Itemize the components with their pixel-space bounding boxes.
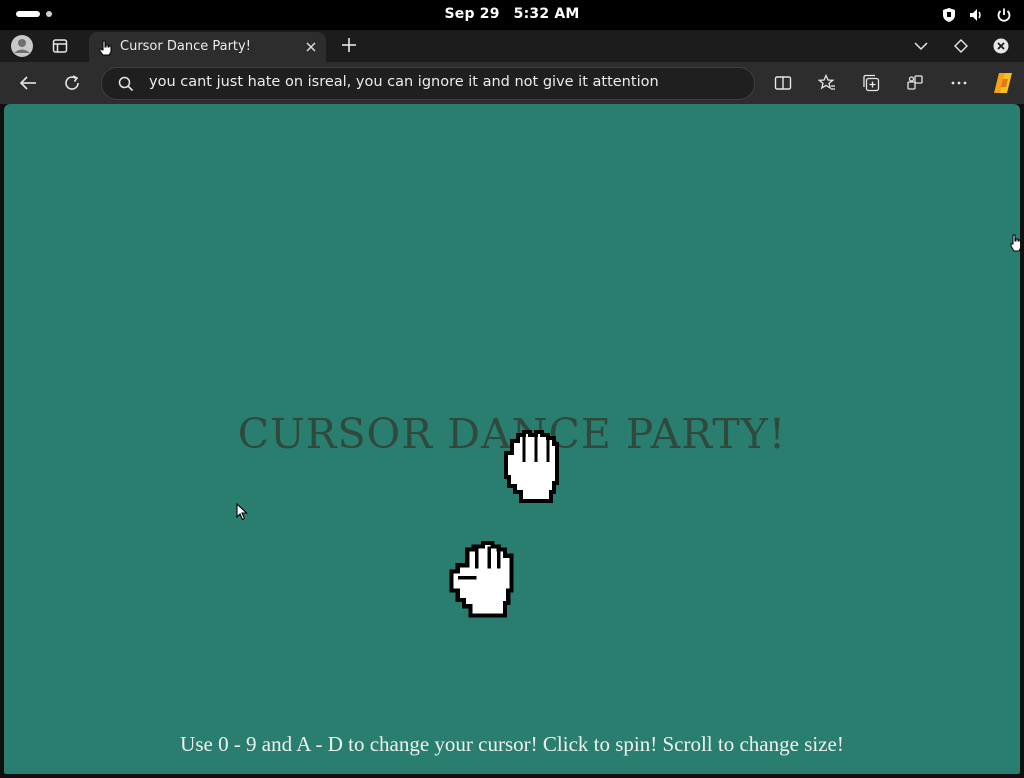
diamond-icon bbox=[954, 39, 968, 53]
tab-list-button[interactable] bbox=[908, 35, 934, 57]
tab-actions-icon bbox=[52, 39, 68, 53]
back-button[interactable] bbox=[15, 70, 41, 96]
page-viewport[interactable]: CURSOR DANCE PARTY! Use 0 - 9 and A - D … bbox=[4, 104, 1020, 774]
tab-title: Cursor Dance Party! bbox=[120, 39, 251, 54]
browser-toolbar: you cant just hate on isreal, you can ig… bbox=[0, 62, 1024, 104]
clock-date: Sep 29 bbox=[444, 6, 500, 22]
close-tab-icon[interactable] bbox=[304, 40, 318, 54]
address-bar[interactable]: you cant just hate on isreal, you can ig… bbox=[101, 67, 755, 100]
system-top-bar: Sep 29 5:32 AM bbox=[0, 0, 1024, 30]
system-tray[interactable] bbox=[942, 7, 1012, 23]
volume-icon[interactable] bbox=[968, 7, 984, 23]
avatar-icon bbox=[11, 35, 33, 57]
favorites-icon bbox=[818, 74, 835, 90]
more-button[interactable] bbox=[946, 70, 972, 96]
edge-hand-cursor bbox=[1010, 234, 1020, 252]
copilot-icon bbox=[994, 73, 1012, 93]
collections-button[interactable] bbox=[858, 70, 884, 96]
collections-icon bbox=[863, 74, 880, 92]
refresh-button[interactable] bbox=[59, 70, 85, 96]
copilot-button[interactable] bbox=[990, 70, 1016, 96]
new-tab-icon[interactable] bbox=[338, 34, 360, 56]
more-icon bbox=[951, 81, 967, 85]
tab-strip: Cursor Dance Party! bbox=[0, 30, 1024, 62]
page-instructions: Use 0 - 9 and A - D to change your curso… bbox=[180, 732, 844, 756]
split-screen-icon bbox=[774, 76, 792, 90]
extensions-button[interactable] bbox=[902, 70, 928, 96]
refresh-icon bbox=[65, 75, 79, 90]
arrow-cursor bbox=[236, 503, 248, 521]
tab-actions-button[interactable] bbox=[47, 33, 73, 59]
minimize-button[interactable] bbox=[948, 35, 974, 57]
address-input[interactable]: you cant just hate on isreal, you can ig… bbox=[149, 74, 659, 90]
tab-cursor-dance-party[interactable]: Cursor Dance Party! bbox=[89, 32, 326, 62]
clock-time: 5:32 AM bbox=[513, 6, 580, 22]
toolbar-actions bbox=[770, 70, 1016, 96]
fist-hand-cursor bbox=[449, 541, 514, 618]
grab-hand-cursor bbox=[504, 430, 559, 503]
window-controls bbox=[908, 35, 1014, 57]
profile-avatar[interactable] bbox=[9, 33, 35, 59]
hand-cursor-icon bbox=[99, 40, 112, 56]
favorites-button[interactable] bbox=[814, 70, 840, 96]
power-icon[interactable] bbox=[996, 7, 1012, 23]
shield-icon[interactable] bbox=[942, 7, 956, 23]
extensions-icon bbox=[907, 75, 923, 90]
back-arrow-icon bbox=[19, 76, 36, 90]
system-clock[interactable]: Sep 29 5:32 AM bbox=[0, 6, 1024, 22]
chevron-down-icon bbox=[914, 42, 928, 51]
close-window-button[interactable] bbox=[988, 35, 1014, 57]
search-icon bbox=[118, 76, 134, 92]
split-screen-button[interactable] bbox=[770, 70, 796, 96]
close-window-icon bbox=[993, 38, 1009, 54]
